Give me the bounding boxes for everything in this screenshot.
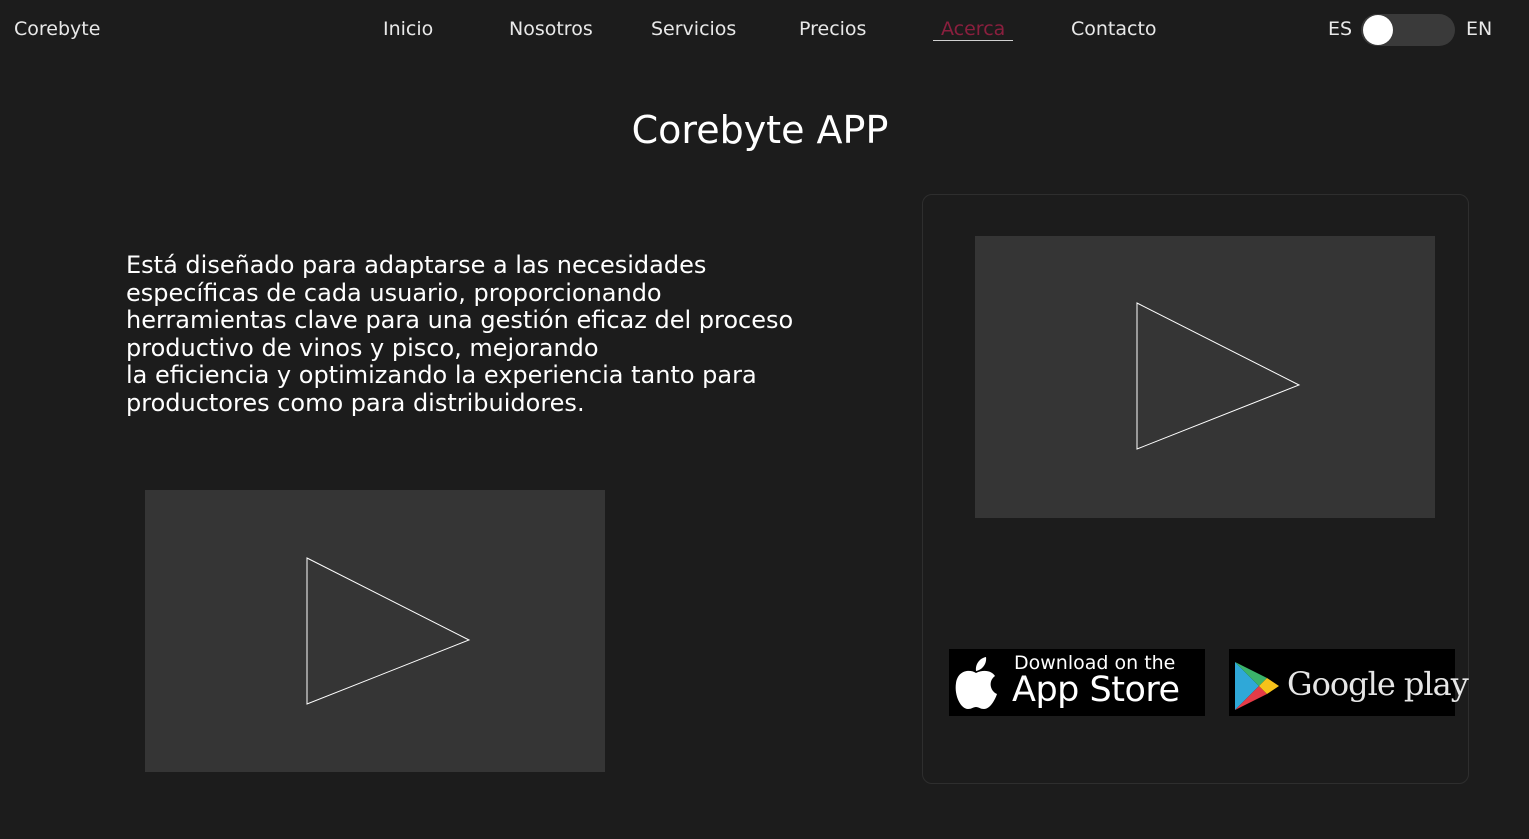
nav-contacto[interactable]: Contacto bbox=[1071, 18, 1157, 40]
brand-logo[interactable]: Corebyte bbox=[14, 18, 100, 40]
lang-en-label[interactable]: EN bbox=[1466, 18, 1492, 40]
description-line: la eficiencia y optimizando la experienc… bbox=[126, 361, 757, 389]
nav-precios[interactable]: Precios bbox=[799, 18, 866, 40]
video-player-right[interactable] bbox=[975, 236, 1435, 518]
video-player-left[interactable] bbox=[145, 490, 605, 772]
app-description: Está diseñado para adaptarse a las neces… bbox=[126, 251, 826, 417]
nav-inicio[interactable]: Inicio bbox=[383, 18, 433, 40]
lang-es-label[interactable]: ES bbox=[1328, 18, 1352, 40]
description-line: Está diseñado para adaptarse a las neces… bbox=[126, 251, 707, 279]
nav-servicios[interactable]: Servicios bbox=[651, 18, 736, 40]
description-line: herramientas clave para una gestión efic… bbox=[126, 306, 794, 334]
page-title: Corebyte APP bbox=[631, 108, 889, 152]
nav-acerca[interactable]: Acerca bbox=[933, 18, 1014, 41]
toggle-knob bbox=[1363, 15, 1393, 45]
description-line: específicas de cada usuario, proporciona… bbox=[126, 278, 662, 307]
description-line: productivo de vinos y pisco, mejorando bbox=[126, 333, 599, 362]
apple-icon bbox=[955, 657, 997, 709]
play-icon[interactable] bbox=[975, 236, 1435, 518]
google-play-text: Google play bbox=[1287, 665, 1469, 703]
app-store-badge[interactable]: Download on the App Store bbox=[949, 649, 1205, 716]
nav-nosotros[interactable]: Nosotros bbox=[509, 18, 593, 40]
description-line: productores como para distribuidores. bbox=[126, 388, 585, 417]
google-play-badge[interactable]: Google play bbox=[1229, 649, 1469, 716]
play-icon[interactable] bbox=[145, 490, 605, 772]
google-play-icon bbox=[1235, 662, 1279, 710]
app-store-big-text: App Store bbox=[1012, 670, 1180, 710]
language-toggle[interactable] bbox=[1361, 14, 1455, 46]
app-download-card: Download on the App Store Google play bbox=[922, 194, 1469, 784]
